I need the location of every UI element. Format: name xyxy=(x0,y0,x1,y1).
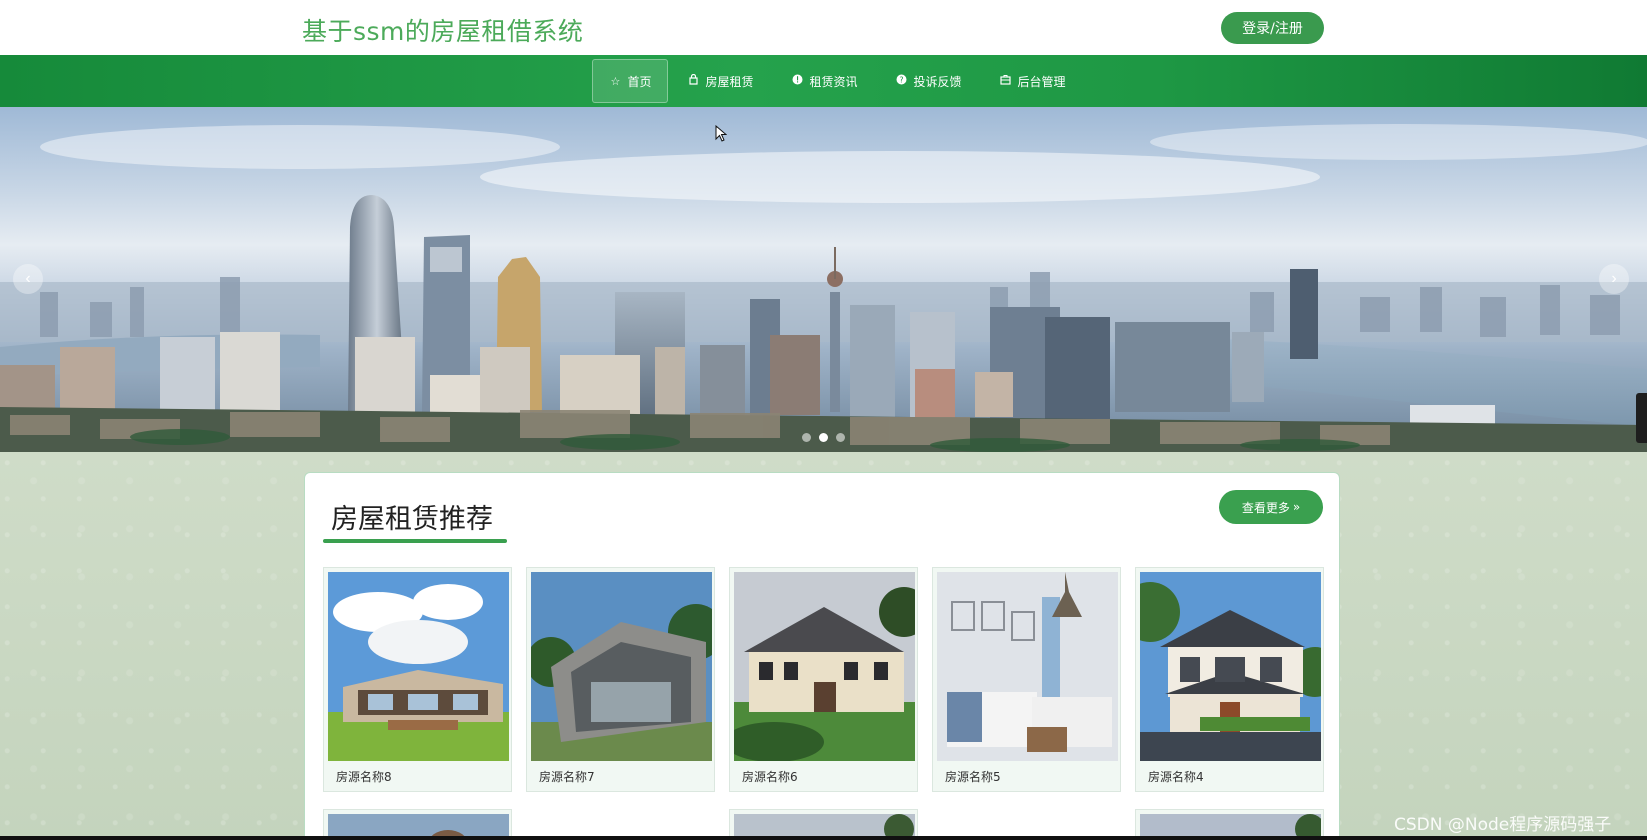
question-icon: ? xyxy=(896,74,908,88)
house-card-list: 房源名称8 房源名称7 房源名称6 房源名称5 房源名称4 xyxy=(323,567,1324,792)
house-name: 房源名称4 xyxy=(1148,770,1204,784)
svg-text:?: ? xyxy=(899,75,903,84)
house-name: 房源名称7 xyxy=(539,770,595,784)
nav-item-label: 后台管理 xyxy=(1017,74,1066,89)
nav-item-rental-news[interactable]: 租赁资讯 xyxy=(772,59,876,103)
nav-item-admin[interactable]: 后台管理 xyxy=(981,59,1085,103)
house-photo xyxy=(1140,572,1321,761)
carousel-next-button[interactable]: › xyxy=(1599,264,1629,294)
mouse-cursor-icon xyxy=(715,125,727,142)
house-photo xyxy=(734,572,915,761)
view-more-label: 查看更多 xyxy=(1241,500,1290,515)
main-navbar: ☆ 首页 房屋租赁 租赁资讯 ? 投诉反馈 后台管理 xyxy=(0,55,1647,107)
bag-icon xyxy=(687,73,699,88)
banner-carousel: ‹ › xyxy=(0,107,1647,452)
section-title: 房屋租赁推荐 xyxy=(331,504,493,535)
house-photo xyxy=(937,572,1118,761)
carousel-prev-button[interactable]: ‹ xyxy=(13,264,43,294)
double-chevron-right-icon: » xyxy=(1292,500,1301,514)
site-title: 基于ssm的房屋租借系统 xyxy=(302,17,584,46)
house-card[interactable]: 房源名称6 xyxy=(729,567,918,792)
view-more-button[interactable]: 查看更多 » xyxy=(1219,490,1323,524)
nav-item-label: 房屋租赁 xyxy=(705,74,754,89)
house-photo xyxy=(328,572,509,761)
carousel-dot-active[interactable] xyxy=(819,433,828,442)
house-name: 房源名称6 xyxy=(742,770,798,784)
top-header: 基于ssm的房屋租借系统 登录/注册 xyxy=(0,0,1647,55)
house-photo xyxy=(531,572,712,761)
login-register-button[interactable]: 登录/注册 xyxy=(1221,12,1324,44)
house-card[interactable]: 房源名称8 xyxy=(323,567,512,792)
side-floating-tab[interactable] xyxy=(1636,393,1647,443)
nav-item-home[interactable]: ☆ 首页 xyxy=(592,59,669,103)
house-card[interactable]: 房源名称7 xyxy=(526,567,715,792)
info-icon xyxy=(791,74,803,88)
carousel-dot[interactable] xyxy=(802,433,811,442)
title-underline xyxy=(323,539,507,543)
house-card[interactable]: 房源名称4 xyxy=(1135,567,1324,792)
carousel-indicators xyxy=(802,433,845,442)
city-skyline-image xyxy=(0,124,1647,452)
nav-item-house-rental[interactable]: 房屋租赁 xyxy=(668,59,772,103)
house-card[interactable]: 房源名称5 xyxy=(932,567,1121,792)
nav-item-label: 投诉反馈 xyxy=(913,74,962,89)
bottom-edge-bar xyxy=(0,836,1647,840)
nav-item-complaint-feedback[interactable]: ? 投诉反馈 xyxy=(877,59,981,103)
carousel-dot[interactable] xyxy=(836,433,845,442)
star-icon: ☆ xyxy=(610,74,621,88)
nav-item-label: 租赁资讯 xyxy=(809,74,858,89)
csdn-watermark: CSDN @Node程序源码强子 xyxy=(1394,815,1612,835)
house-name: 房源名称8 xyxy=(336,770,392,784)
recommend-panel: 房屋租赁推荐 查看更多 » 房源名称8 房源名称7 房源名称6 房源名称5 房源… xyxy=(304,472,1340,840)
briefcase-icon xyxy=(1000,74,1012,88)
house-name: 房源名称5 xyxy=(945,770,1001,784)
nav-item-label: 首页 xyxy=(627,74,652,89)
